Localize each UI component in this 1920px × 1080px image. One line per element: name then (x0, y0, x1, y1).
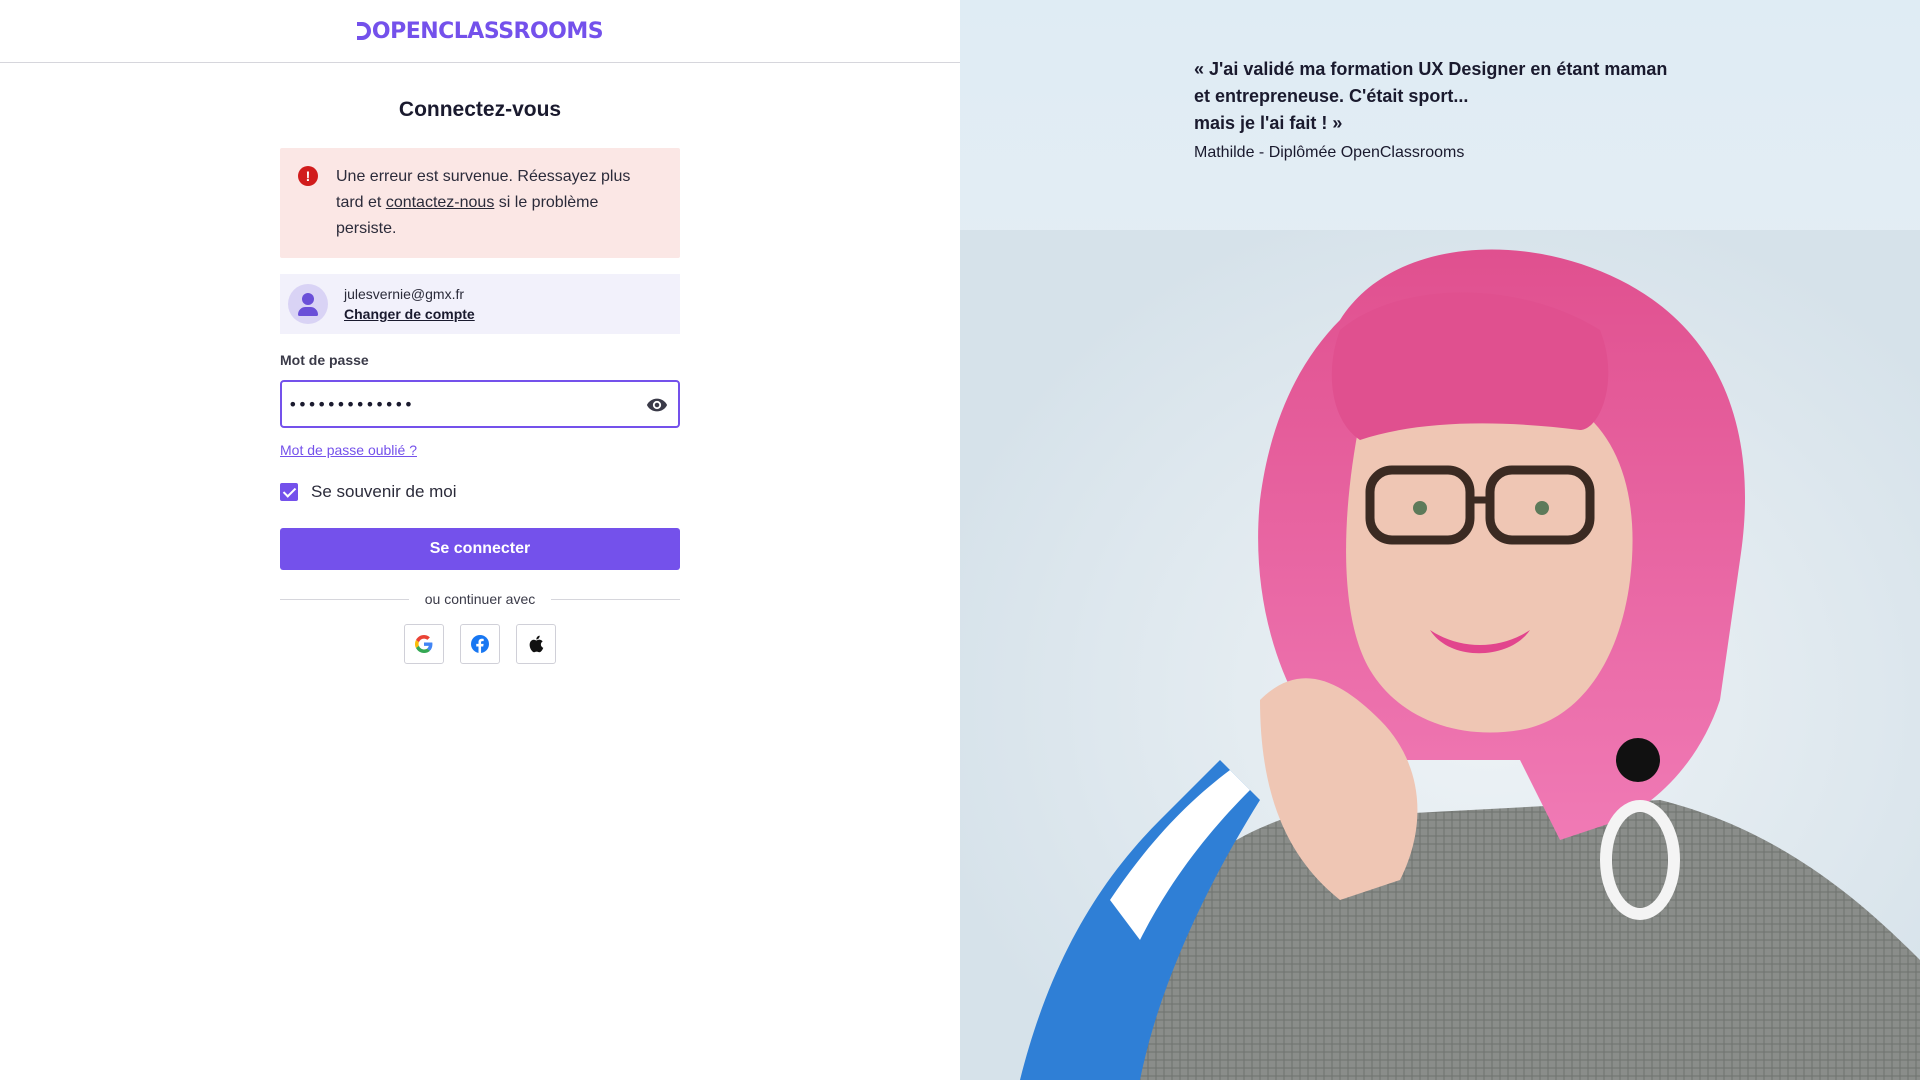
header-bar: OPENCLASSROOMS (0, 0, 960, 63)
logo-text: OPENCLASSROOMS (371, 18, 604, 44)
account-email: julesvernie@gmx.fr (344, 286, 465, 302)
account-card: julesvernie@gmx.fr Changer de compte (280, 274, 680, 334)
divider-line-right (551, 598, 680, 600)
social-login-buttons (280, 624, 680, 664)
testimonial-panel: « J'ai validé ma formation UX Designer e… (960, 0, 1920, 1080)
testimonial-photo (960, 230, 1920, 1080)
facebook-icon (471, 635, 489, 653)
password-input[interactable] (288, 382, 618, 426)
remember-me-row: Se souvenir de moi (280, 482, 680, 502)
password-field-box (280, 380, 680, 428)
exclamation-icon: ! (298, 166, 318, 186)
google-login-button[interactable] (404, 624, 444, 664)
error-message: Une erreur est survenue. Réessayez plus … (336, 164, 662, 242)
account-info: julesvernie@gmx.fr Changer de compte (344, 284, 475, 324)
google-icon (415, 635, 433, 653)
divider-line-left (280, 598, 409, 600)
quote-line: et entrepreneuse. C'était sport... (1194, 86, 1469, 106)
user-icon-body (298, 307, 318, 316)
remember-me-checkbox[interactable] (280, 483, 298, 501)
logo-mark-icon (356, 21, 371, 40)
facebook-login-button[interactable] (460, 624, 500, 664)
social-divider: ou continuer avec (280, 590, 680, 608)
quote-line: mais je l'ai fait ! » (1194, 113, 1343, 133)
login-panel: OPENCLASSROOMS Connectez-vous ! Une erre… (0, 0, 960, 1080)
forgot-password-link[interactable]: Mot de passe oublié ? (280, 442, 417, 462)
apple-icon (529, 635, 544, 653)
error-alert: ! Une erreur est survenue. Réessayez plu… (280, 148, 680, 258)
testimonial-author: Mathilde - Diplômée OpenClassrooms (1194, 144, 1465, 161)
remember-me-label[interactable]: Se souvenir de moi (311, 482, 457, 502)
password-label: Mot de passe (280, 352, 369, 368)
contact-us-link[interactable]: contactez-nous (386, 194, 495, 211)
testimonial-quote: « J'ai validé ma formation UX Designer e… (1194, 56, 1714, 137)
login-button[interactable]: Se connecter (280, 528, 680, 570)
switch-account-link[interactable]: Changer de compte (344, 304, 475, 324)
user-icon (302, 293, 314, 305)
openclassrooms-logo[interactable]: OPENCLASSROOMS (356, 18, 604, 44)
login-form: Connectez-vous ! Une erreur est survenue… (280, 62, 680, 664)
apple-login-button[interactable] (516, 624, 556, 664)
page-title: Connectez-vous (398, 98, 562, 121)
quote-line: « J'ai validé ma formation UX Designer e… (1194, 59, 1668, 79)
divider-text: ou continuer avec (424, 591, 536, 607)
avatar (288, 284, 328, 324)
show-password-eye-icon[interactable] (646, 394, 668, 416)
